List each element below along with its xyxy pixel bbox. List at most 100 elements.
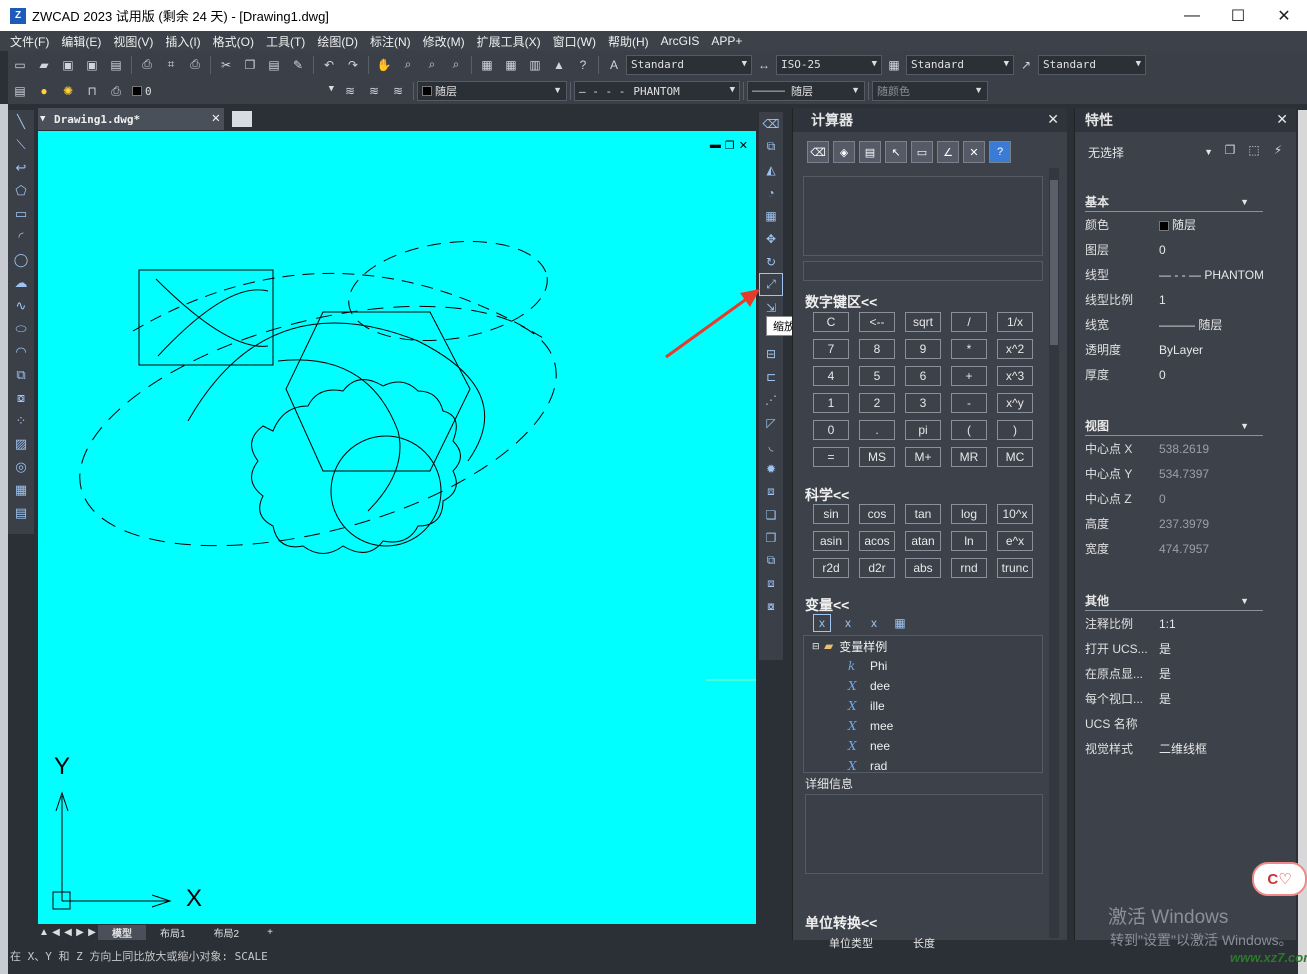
distance-icon[interactable]: ▭ bbox=[911, 141, 933, 163]
selection-combo[interactable]: 无选择 ▼ bbox=[1085, 141, 1217, 163]
tab-layout1[interactable]: 布局1 bbox=[146, 925, 200, 940]
science-key[interactable]: d2r bbox=[859, 558, 895, 578]
save-all-icon[interactable]: ▤ bbox=[107, 56, 125, 74]
numpad-key[interactable]: C bbox=[813, 312, 849, 332]
calculator-help-icon[interactable]: ? bbox=[989, 141, 1011, 163]
numpad-key[interactable]: M+ bbox=[905, 447, 941, 467]
undo-icon[interactable]: ↶ bbox=[320, 56, 338, 74]
copy-object-icon[interactable]: ⧉ bbox=[759, 135, 783, 158]
property-row[interactable]: 线宽 ——— 随层 bbox=[1085, 312, 1263, 337]
calculator-close-button[interactable]: ✕ bbox=[1047, 111, 1059, 128]
property-row[interactable]: 每个视口... 是 bbox=[1085, 686, 1263, 711]
drawing-canvas[interactable]: Y X ▬ ❐ ✕ bbox=[38, 131, 756, 924]
arc-icon[interactable]: ◜ bbox=[8, 225, 34, 248]
property-row[interactable]: 中心点 X 538.2619 bbox=[1085, 436, 1263, 461]
property-row[interactable]: 图层 0 bbox=[1085, 237, 1263, 262]
menu-dimension[interactable]: 标注(N) bbox=[370, 33, 411, 50]
circle-icon[interactable]: ◯ bbox=[8, 248, 34, 271]
make-block-icon[interactable]: ⧇ bbox=[8, 386, 34, 409]
property-row[interactable]: 厚度 0 bbox=[1085, 362, 1263, 387]
numpad-key[interactable]: = bbox=[813, 447, 849, 467]
variable-item[interactable]: k Phi bbox=[804, 656, 1042, 676]
calculator-input[interactable] bbox=[803, 261, 1043, 281]
menu-window[interactable]: 窗口(W) bbox=[553, 33, 596, 50]
draw-order-icon[interactable]: ⧉ bbox=[759, 549, 783, 572]
select-objects-icon[interactable]: ⬚ bbox=[1245, 141, 1263, 159]
menu-tools[interactable]: 工具(T) bbox=[266, 33, 305, 50]
tab-close-button[interactable]: ✕ bbox=[212, 110, 220, 126]
new-variable-icon[interactable]: x bbox=[813, 614, 831, 632]
layer-states-icon[interactable]: ≋ bbox=[389, 82, 407, 100]
menu-view[interactable]: 视图(V) bbox=[113, 33, 153, 50]
unit-conversion-title[interactable]: 单位转换<< bbox=[805, 913, 877, 933]
menu-draw[interactable]: 绘图(D) bbox=[317, 33, 358, 50]
rectangle-icon[interactable]: ▭ bbox=[8, 202, 34, 225]
menu-arcgis[interactable]: ArcGIS bbox=[661, 34, 700, 48]
numpad-key[interactable]: 0 bbox=[813, 420, 849, 440]
ellipse-arc-icon[interactable]: ◠ bbox=[8, 340, 34, 363]
science-key[interactable]: acos bbox=[859, 531, 895, 551]
get-coordinates-icon[interactable]: ↖ bbox=[885, 141, 907, 163]
variables-title[interactable]: 变量<< bbox=[805, 595, 849, 615]
save-icon[interactable]: ▣ bbox=[59, 56, 77, 74]
variable-item[interactable]: Xdee bbox=[804, 676, 1042, 696]
plot-icon[interactable]: ⎙ bbox=[186, 56, 204, 74]
table-icon[interactable]: ▦ bbox=[8, 478, 34, 501]
copy-icon[interactable]: ❐ bbox=[241, 56, 259, 74]
numpad-key[interactable]: 2 bbox=[859, 393, 895, 413]
variable-item[interactable]: Xmee bbox=[804, 716, 1042, 736]
fillet-icon[interactable]: ◟ bbox=[759, 434, 783, 457]
minimize-button[interactable]: — bbox=[1169, 0, 1215, 31]
property-row[interactable]: 中心点 Z 0 bbox=[1085, 486, 1263, 511]
numpad-key[interactable]: 3 bbox=[905, 393, 941, 413]
redo-icon[interactable]: ↷ bbox=[344, 56, 362, 74]
property-row[interactable]: 线型 — - - — PHANTOM bbox=[1085, 262, 1263, 287]
layer-on-icon[interactable]: ● bbox=[35, 82, 53, 100]
numpad-key[interactable]: ( bbox=[951, 420, 987, 440]
property-row[interactable]: 透明度 ByLayer bbox=[1085, 337, 1263, 362]
calculator-variable-icon[interactable]: ▦ bbox=[891, 614, 909, 632]
zoom-previous-icon[interactable]: ⌕ bbox=[447, 56, 465, 74]
numpad-key[interactable]: 7 bbox=[813, 339, 849, 359]
mtext-icon[interactable]: ▤ bbox=[8, 501, 34, 524]
science-key[interactable]: ln bbox=[951, 531, 987, 551]
science-key[interactable]: rnd bbox=[951, 558, 987, 578]
menu-format[interactable]: 格式(O) bbox=[213, 33, 254, 50]
science-key[interactable]: sin bbox=[813, 504, 849, 524]
numpad-key[interactable]: pi bbox=[905, 420, 941, 440]
numpad-key[interactable]: + bbox=[951, 366, 987, 386]
extend-icon[interactable]: ⊏ bbox=[759, 365, 783, 388]
zoom-window-icon[interactable]: ⌕ bbox=[423, 56, 441, 74]
numpad-key[interactable]: 6 bbox=[905, 366, 941, 386]
unit-type-value[interactable]: 长度 bbox=[913, 935, 935, 951]
break-icon[interactable]: ⋰ bbox=[759, 388, 783, 411]
erase-icon[interactable]: ⌫ bbox=[759, 112, 783, 135]
tab-menu-icon[interactable]: ▼ bbox=[40, 114, 45, 124]
tab-model[interactable]: 模型 bbox=[98, 924, 146, 940]
next-icon[interactable]: ▶ bbox=[74, 927, 86, 938]
ellipse-icon[interactable]: ⬭ bbox=[8, 317, 34, 340]
design-center-icon[interactable]: ▦ bbox=[502, 56, 520, 74]
polygon-icon[interactable]: ⬠ bbox=[8, 179, 34, 202]
viewport-close-icon[interactable]: ✕ bbox=[739, 139, 748, 152]
bring-front-icon[interactable]: ❏ bbox=[759, 503, 783, 526]
numpad-key[interactable]: * bbox=[951, 339, 987, 359]
zoom-realtime-icon[interactable]: ⌕ bbox=[399, 56, 417, 74]
variable-item[interactable]: Xnee bbox=[804, 736, 1042, 756]
property-group-header[interactable]: 基本 ▼ bbox=[1085, 192, 1263, 212]
numpad-key[interactable]: x^3 bbox=[997, 366, 1033, 386]
viewport-minimize-icon[interactable]: ▬ bbox=[710, 139, 721, 152]
numpad-key[interactable]: x^y bbox=[997, 393, 1033, 413]
construction-line-icon[interactable]: ⟍ bbox=[8, 133, 34, 156]
tab-layout2[interactable]: 布局2 bbox=[200, 925, 254, 940]
revision-cloud-icon[interactable]: ☁ bbox=[8, 271, 34, 294]
menu-edit[interactable]: 编辑(E) bbox=[61, 33, 101, 50]
paste-to-command-icon[interactable]: ▤ bbox=[859, 141, 881, 163]
property-group-header[interactable]: 其他 ▼ bbox=[1085, 591, 1263, 611]
variable-item[interactable]: Xille bbox=[804, 696, 1042, 716]
viewport-restore-icon[interactable]: ❐ bbox=[725, 139, 735, 152]
numpad-key[interactable]: ) bbox=[997, 420, 1033, 440]
new-file-icon[interactable]: ▭ bbox=[11, 56, 29, 74]
explode-icon[interactable]: ✹ bbox=[759, 457, 783, 480]
numpad-title[interactable]: 数字键区<< bbox=[805, 292, 877, 312]
